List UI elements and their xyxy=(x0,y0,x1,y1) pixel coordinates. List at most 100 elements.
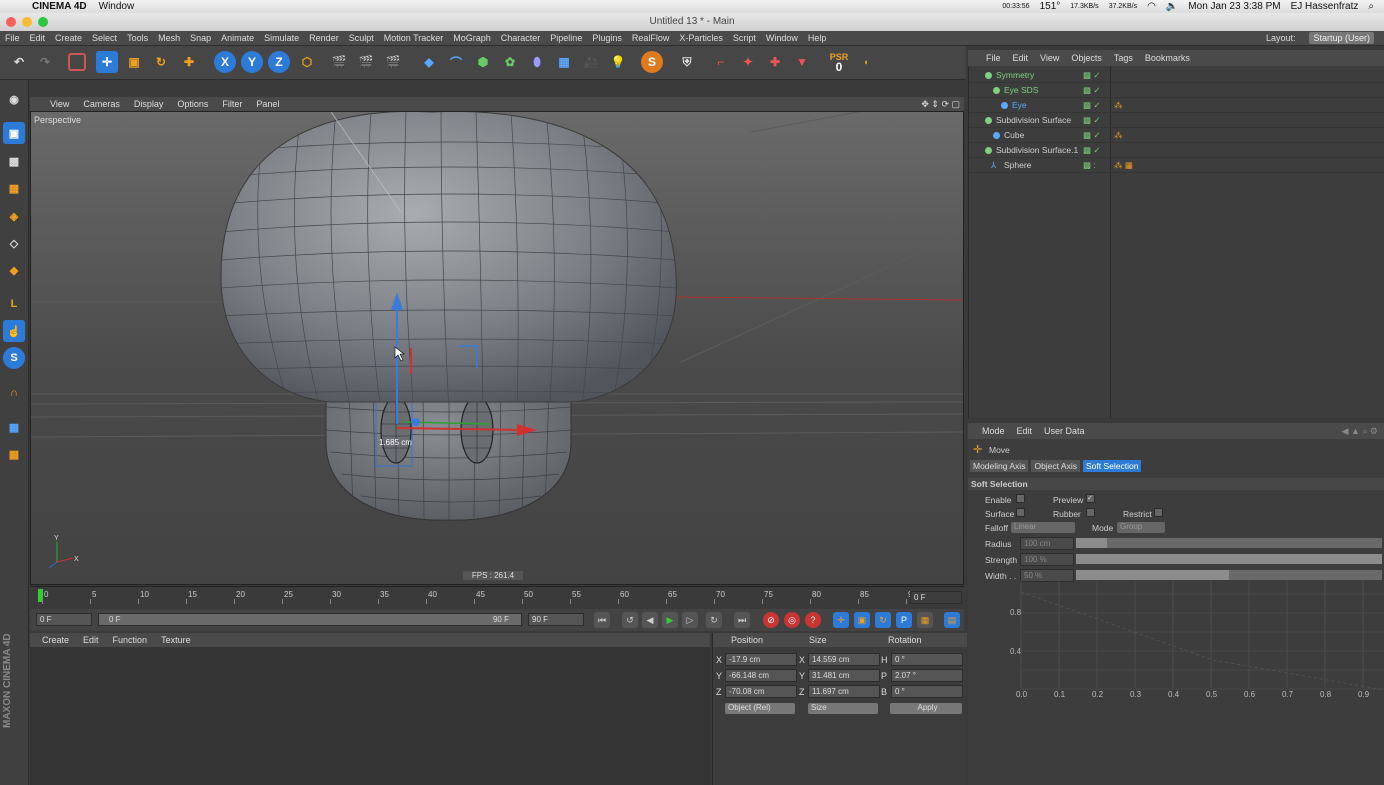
model-mode-icon[interactable]: ▣ xyxy=(3,122,25,144)
viewport-nav-icons[interactable]: ✥ ⇕ ⟳ ▢ xyxy=(921,99,960,110)
menu-simulate[interactable]: Simulate xyxy=(264,33,299,43)
attr-nav-icons[interactable]: ◀ ▲ ⌕ ⚙ xyxy=(1342,426,1378,437)
tab-modeling-axis[interactable]: Modeling Axis xyxy=(970,460,1029,472)
menu-sculpt[interactable]: Sculpt xyxy=(349,33,374,43)
width-slider[interactable] xyxy=(1076,570,1382,580)
start-frame-field[interactable]: 0 F xyxy=(36,613,92,626)
object-row-eye[interactable]: Eye ▩ ✓ ⁂ xyxy=(969,98,1384,113)
viewport-menu-cameras[interactable]: Cameras xyxy=(83,99,120,109)
floor-object-icon[interactable]: ▦ xyxy=(553,51,575,73)
next-frame-icon[interactable]: ▷ xyxy=(682,612,698,628)
timeline-ruler[interactable]: 051015202530354045505560657075808590 0 F xyxy=(30,586,964,604)
locked-workplane-icon[interactable]: ▦ xyxy=(3,443,25,465)
menu-select[interactable]: Select xyxy=(92,33,117,43)
spotlight-icon[interactable]: ⌕ xyxy=(1368,1,1374,12)
edges-mode-icon[interactable]: ◇ xyxy=(3,232,25,254)
user-name[interactable]: EJ Hassenfratz xyxy=(1291,1,1359,12)
z-axis-lock-icon[interactable]: Z xyxy=(268,51,290,73)
radius-field[interactable]: 100 cm xyxy=(1020,537,1074,550)
enable-checkbox[interactable] xyxy=(1016,494,1025,503)
pos-y-field[interactable]: -66.148 cm xyxy=(725,669,797,682)
visibility-check-icon[interactable]: ▩ ✓ xyxy=(1083,68,1101,83)
viewport-menu-panel[interactable]: Panel xyxy=(256,99,279,109)
make-editable-icon[interactable]: ◉ xyxy=(3,88,25,110)
points-mode-icon[interactable]: ◈ xyxy=(3,205,25,227)
visibility-check-icon[interactable]: ▩ ✓ xyxy=(1083,83,1101,98)
keyframe-selection-icon[interactable]: ? xyxy=(805,612,821,628)
objects-menu-tags[interactable]: Tags xyxy=(1114,53,1133,63)
spline-pen-icon[interactable]: ⌒ xyxy=(445,51,467,73)
pos-x-field[interactable]: -17.9 cm xyxy=(725,653,797,666)
viewport-menu-display[interactable]: Display xyxy=(134,99,164,109)
key-scale-icon[interactable]: ▣ xyxy=(854,612,870,628)
coordinate-mode-dropdown[interactable]: Object (Rel) xyxy=(725,703,795,714)
menu-motion-tracker[interactable]: Motion Tracker xyxy=(384,33,444,43)
undo-icon[interactable]: ↶ xyxy=(8,51,30,73)
window-menu[interactable]: Window xyxy=(99,1,135,12)
tab-soft-selection[interactable]: Soft Selection xyxy=(1082,460,1142,472)
surface-checkbox[interactable] xyxy=(1016,508,1025,517)
visibility-check-icon[interactable]: ▩ : xyxy=(1083,158,1096,173)
record-keys-icon[interactable]: ⊘ xyxy=(763,612,779,628)
axis-mode-icon[interactable]: L xyxy=(3,293,25,315)
size-y-field[interactable]: 31.481 cm xyxy=(808,669,880,682)
strength-slider[interactable] xyxy=(1076,554,1382,564)
range-slider[interactable]: 0 F 90 F xyxy=(98,613,522,626)
workplane-mode-icon[interactable]: ▦ xyxy=(3,177,25,199)
menu-mograph[interactable]: MoGraph xyxy=(453,33,491,43)
recent-tools-icon[interactable]: ✚ xyxy=(178,51,200,73)
size-z-field[interactable]: 11.697 cm xyxy=(808,685,880,698)
objects-menu-edit[interactable]: Edit xyxy=(1013,53,1029,63)
play-icon[interactable]: ▶ xyxy=(662,612,678,628)
modeling-axis-icon[interactable]: ▼ xyxy=(791,51,813,73)
menu-file[interactable]: File xyxy=(5,33,20,43)
menu-create[interactable]: Create xyxy=(55,33,82,43)
menu-snap[interactable]: Snap xyxy=(190,33,211,43)
material-menu-edit[interactable]: Edit xyxy=(83,635,99,645)
guide-icon[interactable]: ✚ xyxy=(764,51,786,73)
mode-dropdown[interactable]: Group xyxy=(1117,522,1165,533)
volume-icon[interactable]: 🔈 xyxy=(1166,1,1178,12)
magnet-icon[interactable]: ∩ xyxy=(3,382,25,404)
menu-window[interactable]: Window xyxy=(766,33,798,43)
menu-character[interactable]: Character xyxy=(501,33,541,43)
layout-value[interactable]: Startup (User) xyxy=(1309,32,1374,44)
viewport-menu-options[interactable]: Options xyxy=(177,99,208,109)
rubber-checkbox[interactable] xyxy=(1086,508,1095,517)
render-picture-viewer-icon[interactable]: 🎬 xyxy=(355,51,377,73)
array-generator-icon[interactable]: ✿ xyxy=(499,51,521,73)
material-tag-icon[interactable]: ⁂ xyxy=(1114,128,1123,143)
3d-viewport[interactable]: Y X Perspective 1.685 cm FPS : 261.4 xyxy=(30,111,964,585)
workplane-lock-icon[interactable]: ▦ xyxy=(3,416,25,438)
material-tag-icon[interactable]: ⁂ ▦ xyxy=(1114,158,1133,173)
menu-render[interactable]: Render xyxy=(309,33,339,43)
menu-help[interactable]: Help xyxy=(808,33,827,43)
x-axis-lock-icon[interactable]: X xyxy=(214,51,236,73)
y-axis-lock-icon[interactable]: Y xyxy=(241,51,263,73)
material-tag-icon[interactable]: ⁂ xyxy=(1114,98,1123,113)
timeline-window-icon[interactable]: ▤ xyxy=(944,612,960,628)
object-row-subdivision-surface-1[interactable]: Subdivision Surface.1 ▩ ✓ xyxy=(969,143,1384,158)
snapping-icon[interactable]: S xyxy=(3,347,25,369)
key-parameter-icon[interactable]: P xyxy=(896,612,912,628)
subdivision-surface-icon[interactable]: ⬢ xyxy=(472,51,494,73)
objects-menu-objects[interactable]: Objects xyxy=(1071,53,1102,63)
menu-realflow[interactable]: RealFlow xyxy=(632,33,670,43)
material-menu-texture[interactable]: Texture xyxy=(161,635,191,645)
falloff-dropdown[interactable]: Linear xyxy=(1011,522,1075,533)
apply-button[interactable]: Apply xyxy=(890,703,962,714)
object-row-eye-sds[interactable]: Eye SDS ▩ ✓ xyxy=(969,83,1384,98)
cube-object-icon[interactable]: ◆ xyxy=(418,51,440,73)
minimize-window-button[interactable] xyxy=(22,17,32,27)
current-frame-field[interactable]: 0 F xyxy=(910,591,962,604)
texture-mode-icon[interactable]: ▩ xyxy=(3,150,25,172)
prev-key-icon[interactable]: ↺ xyxy=(622,612,638,628)
render-settings-icon[interactable]: 🎬 xyxy=(382,51,404,73)
move-tool-icon[interactable]: ✛ xyxy=(96,51,118,73)
redo-icon[interactable]: ↷ xyxy=(34,51,56,73)
tab-object-axis[interactable]: Object Axis xyxy=(1031,460,1080,472)
camera-object-icon[interactable]: 🎥 xyxy=(580,51,602,73)
live-selection-icon[interactable] xyxy=(68,53,86,71)
objects-menu-file[interactable]: File xyxy=(986,53,1001,63)
attr-menu-user-data[interactable]: User Data xyxy=(1044,426,1085,436)
